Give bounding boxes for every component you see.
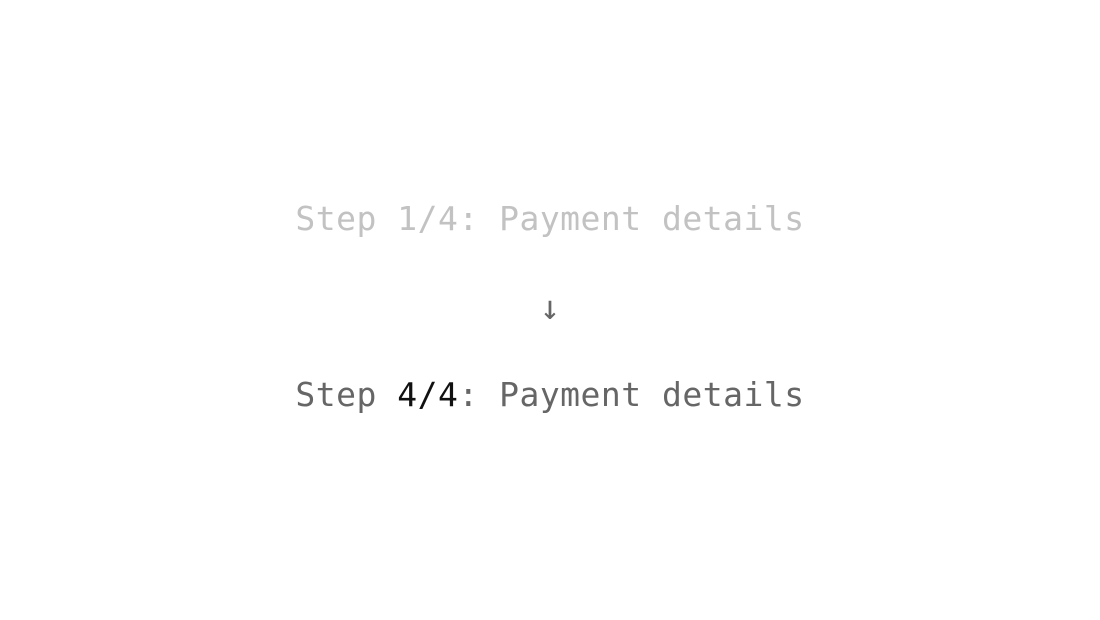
step-prefix-before: Step — [295, 199, 398, 238]
step-label-comparison: Step 1/4: Payment details ↓ Step 4/4: Pa… — [0, 0, 1100, 620]
step-title-after: : Payment details — [458, 375, 805, 414]
step-counter-after: 4/4 — [397, 375, 459, 414]
arrow-down-icon: ↓ — [539, 288, 561, 328]
step-prefix-after: Step — [295, 375, 398, 414]
step-label-before: Step 1/4: Payment details — [0, 197, 1100, 241]
step-title-before: : Payment details — [458, 199, 805, 238]
step-counter-before: 1/4 — [397, 199, 459, 238]
step-label-after: Step 4/4: Payment details — [0, 373, 1100, 417]
